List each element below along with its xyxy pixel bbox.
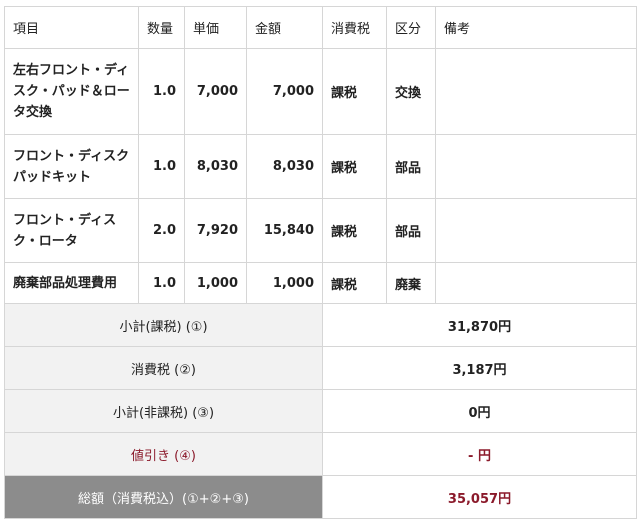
item-category: 廃棄 xyxy=(386,262,436,304)
item-unit-price: 7,920 xyxy=(184,198,247,263)
item-name: 左右フロント・ディスク・パッド＆ロータ交換 xyxy=(4,48,139,135)
subtotal-taxable-label: 小計(課税) (①) xyxy=(4,303,323,347)
item-category: 部品 xyxy=(386,198,436,263)
total-label: 総額（消費税込）(①+②+③) xyxy=(4,475,323,519)
header-amount: 金額 xyxy=(246,6,323,49)
table-row: 左右フロント・ディスク・パッド＆ロータ交換 1.0 7,000 7,000 課税… xyxy=(4,48,637,135)
item-unit-price: 7,000 xyxy=(184,48,247,135)
item-amount: 1,000 xyxy=(246,262,323,304)
summary-subtotal-nontaxable-row: 小計(非課税) (③) 0円 xyxy=(4,389,637,433)
item-category: 部品 xyxy=(386,134,436,199)
header-tax: 消費税 xyxy=(322,6,387,49)
item-amount: 8,030 xyxy=(246,134,323,199)
subtotal-nontaxable-label: 小計(非課税) (③) xyxy=(4,389,323,433)
item-qty: 1.0 xyxy=(138,48,185,135)
header-category: 区分 xyxy=(386,6,436,49)
summary-discount-row: 値引き (④) - 円 xyxy=(4,432,637,476)
header-row: 項目 数量 単価 金額 消費税 区分 備考 xyxy=(4,6,637,49)
item-tax: 課税 xyxy=(322,262,387,304)
header-qty: 数量 xyxy=(138,6,185,49)
estimate-table: 項目 数量 単価 金額 消費税 区分 備考 左右フロント・ディスク・パッド＆ロー… xyxy=(4,6,637,519)
item-name: フロント・ディスク・ロータ xyxy=(4,198,139,263)
header-item: 項目 xyxy=(4,6,139,49)
header-unit-price: 単価 xyxy=(184,6,247,49)
consumption-tax-label: 消費税 (②) xyxy=(4,346,323,390)
discount-label: 値引き (④) xyxy=(4,432,323,476)
item-qty: 1.0 xyxy=(138,134,185,199)
item-unit-price: 1,000 xyxy=(184,262,247,304)
item-note xyxy=(435,48,637,135)
item-note xyxy=(435,198,637,263)
item-tax: 課税 xyxy=(322,48,387,135)
item-qty: 1.0 xyxy=(138,262,185,304)
item-qty: 2.0 xyxy=(138,198,185,263)
item-tax: 課税 xyxy=(322,198,387,263)
table-row: 廃棄部品処理費用 1.0 1,000 1,000 課税 廃棄 xyxy=(4,262,637,304)
item-tax: 課税 xyxy=(322,134,387,199)
item-name: 廃棄部品処理費用 xyxy=(4,262,139,304)
summary-subtotal-taxable-row: 小計(課税) (①) 31,870円 xyxy=(4,303,637,347)
subtotal-taxable-value: 31,870円 xyxy=(322,303,637,347)
subtotal-nontaxable-value: 0円 xyxy=(322,389,637,433)
header-note: 備考 xyxy=(435,6,637,49)
item-amount: 15,840 xyxy=(246,198,323,263)
discount-value: - 円 xyxy=(322,432,637,476)
item-note xyxy=(435,262,637,304)
item-unit-price: 8,030 xyxy=(184,134,247,199)
item-amount: 7,000 xyxy=(246,48,323,135)
item-category: 交換 xyxy=(386,48,436,135)
total-value: 35,057円 xyxy=(322,475,637,519)
summary-consumption-tax-row: 消費税 (②) 3,187円 xyxy=(4,346,637,390)
estimate-table-container: 項目 数量 単価 金額 消費税 区分 備考 左右フロント・ディスク・パッド＆ロー… xyxy=(4,6,637,519)
consumption-tax-value: 3,187円 xyxy=(322,346,637,390)
summary-total-row: 総額（消費税込）(①+②+③) 35,057円 xyxy=(4,475,637,519)
item-note xyxy=(435,134,637,199)
table-row: フロント・ディスク・ロータ 2.0 7,920 15,840 課税 部品 xyxy=(4,198,637,263)
table-row: フロント・ディスクパッドキット 1.0 8,030 8,030 課税 部品 xyxy=(4,134,637,199)
item-name: フロント・ディスクパッドキット xyxy=(4,134,139,199)
